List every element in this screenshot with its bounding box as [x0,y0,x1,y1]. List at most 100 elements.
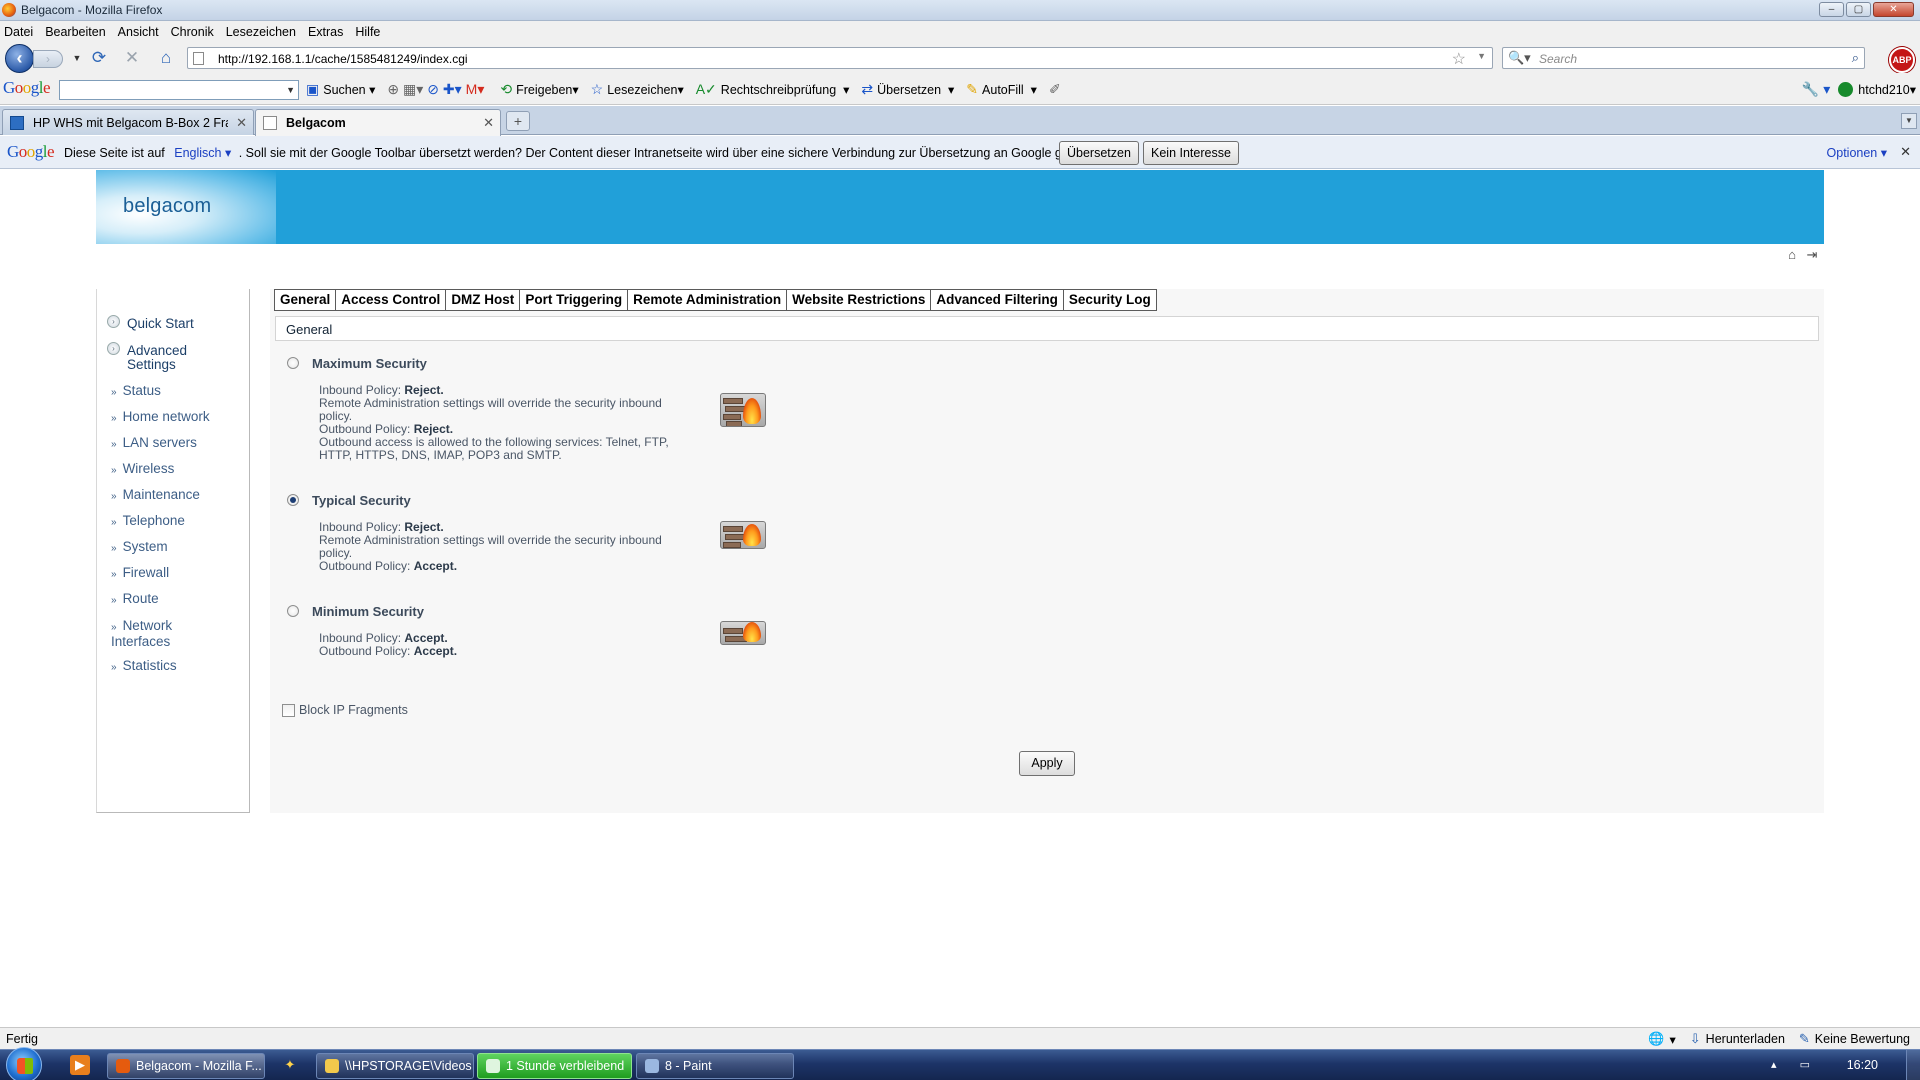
download-button[interactable]: ⇩ Herunterladen [1690,1031,1785,1047]
language-dropdown[interactable]: Englisch ▾ [174,146,231,160]
logout-icon[interactable]: ⇥ [1804,247,1820,263]
close-translate-bar-icon[interactable]: ✕ [1900,144,1911,160]
close-tab-icon[interactable]: ✕ [236,115,247,131]
home-icon[interactable]: ⌂ [1784,247,1800,263]
taskbar-firefox[interactable]: Belgacom - Mozilla F... [107,1053,265,1079]
navigation-bar: ‹ › ▼ ⟳ ✕ ⌂ http://192.168.1.1/cache/158… [0,42,1920,73]
wrench-icon[interactable]: 🔧 ▾ [1802,81,1830,98]
tab-remote-administration[interactable]: Remote Administration [628,290,788,310]
menu-lesezeichen[interactable]: Lesezeichen [226,25,296,39]
close-tab-icon[interactable]: ✕ [483,115,494,131]
toolbar-rechtschreibpruefung[interactable]: A✓ Rechtschreibprüfung ▾ [696,81,850,98]
sidebar-item-firewall[interactable]: » Firewall [111,566,169,582]
maximum-security-radio[interactable] [287,357,299,369]
tab-dmz-host[interactable]: DMZ Host [446,290,521,310]
toolbar-lesezeichen[interactable]: ☆ Lesezeichen ▾ [591,81,684,98]
menu-datei[interactable]: Datei [4,25,33,39]
tab-advanced-filtering[interactable]: Advanced Filtering [931,290,1064,310]
sidebar-advanced-settings[interactable]: › Advanced Settings [107,342,217,372]
outbound-value: Accept. [413,644,458,658]
history-dropdown-icon[interactable]: ▼ [66,47,88,69]
sidebar-item-label: Home network [122,409,210,424]
search-engine-icon[interactable]: 🔍▾ [1508,50,1531,66]
sidebar-item-route[interactable]: » Route [111,592,159,608]
menu-extras[interactable]: Extras [308,25,343,39]
firewall-icon [720,521,766,549]
search-bar[interactable]: 🔍▾ Search ⌕ [1502,47,1865,69]
sidebar-item-telephone[interactable]: » Telephone [111,514,185,530]
sidebar-item-wireless[interactable]: » Wireless [111,462,174,478]
inbound-value: Accept. [404,631,448,645]
forward-button[interactable]: › [33,50,63,68]
double-arrow-icon: » [111,622,117,633]
toolbar-highlighter[interactable]: ✐ [1049,81,1065,98]
chevron-down-icon[interactable]: ▼ [286,85,295,95]
menu-bearbeiten[interactable]: Bearbeiten [45,25,105,39]
url-dropdown-icon[interactable]: ▼ [1477,51,1486,61]
toolbar-uebersetzen[interactable]: ⇄ Übersetzen ▾ [861,81,954,98]
search-go-icon[interactable]: ⌕ [1852,50,1859,66]
tab-port-triggering[interactable]: Port Triggering [520,290,629,310]
minimize-button[interactable]: – [1819,2,1844,17]
taskbar-copy-progress[interactable]: 1 Stunde verbleibend [477,1053,632,1079]
url-bar[interactable]: http://192.168.1.1/cache/1585481249/inde… [187,47,1493,69]
toolbar-icons[interactable]: ⊕ ▦▾ ⊘ ✚▾ M▾ [387,81,488,98]
clock[interactable]: 16:20 [1847,1058,1878,1072]
menu-hilfe[interactable]: Hilfe [355,25,380,39]
utility-icons: ⌂ ⇥ [1784,247,1820,263]
sidebar-item-network-interfaces[interactable]: » Network Interfaces [111,619,201,649]
menu-chronik[interactable]: Chronik [171,25,214,39]
quicklaunch-media-icon[interactable]: ▶ [70,1055,90,1075]
sidebar-item-statistics[interactable]: » Statistics [111,659,177,675]
tab-general[interactable]: General [275,290,337,310]
translate-prefix: Diese Seite ist auf [64,146,165,160]
taskbar-explorer[interactable]: \\HPSTORAGE\Videos [316,1053,474,1079]
new-tab-button[interactable]: + [506,111,530,131]
block-ip-fragments-checkbox[interactable] [282,703,295,717]
tray-icons[interactable]: ▴ ▭ [1771,1058,1820,1071]
google-user[interactable]: htchd210 [1858,83,1909,97]
show-desktop-button[interactable] [1906,1050,1920,1080]
decline-button[interactable]: Kein Interesse [1143,141,1239,165]
sidebar-item-label: Telephone [122,513,185,528]
adblock-icon[interactable]: ABP [1889,47,1915,73]
toolbar-freigeben[interactable]: ⟲ Freigeben ▾ [500,81,578,98]
taskbar: ▶ Belgacom - Mozilla F... ✦ \\HPSTORAGE\… [0,1047,1920,1080]
folder-icon [325,1059,339,1073]
home-icon[interactable]: ⌂ [155,47,177,69]
stop-icon[interactable]: ✕ [121,47,143,69]
tab-website-restrictions[interactable]: Website Restrictions [787,290,932,310]
rating-button[interactable]: ✎ Keine Bewertung [1799,1031,1910,1047]
sidebar-item-lan-servers[interactable]: » LAN servers [111,436,197,452]
quicklaunch-icon[interactable]: ✦ [280,1055,300,1075]
menu-ansicht[interactable]: Ansicht [118,25,159,39]
reload-icon[interactable]: ⟳ [88,47,110,69]
web-of-trust-icon[interactable]: 🌐 ▾ [1648,1031,1675,1047]
apply-button[interactable]: Apply [1019,751,1075,776]
taskbar-paint[interactable]: 8 - Paint [636,1053,794,1079]
sidebar-item-system[interactable]: » System [111,540,168,556]
back-button[interactable]: ‹ [5,44,34,73]
sidebar-quick-start[interactable]: › Quick Start [107,315,194,331]
tab-access-control[interactable]: Access Control [336,290,447,310]
tab-hp-whs[interactable]: HP WHS mit Belgacom B-Box 2 Fra... ✕ [2,109,254,135]
toolbar-autofill[interactable]: ✎ AutoFill ▾ [966,81,1037,98]
translate-button[interactable]: Übersetzen [1059,141,1139,165]
minimum-security-radio[interactable] [287,605,299,617]
maximize-button[interactable]: ▢ [1846,2,1871,17]
tab-belgacom[interactable]: Belgacom ✕ [255,109,501,136]
sidebar-item-home-network[interactable]: » Home network [111,410,210,426]
translate-options[interactable]: Optionen ▾ [1827,145,1887,160]
status-text: Fertig [6,1032,38,1046]
tab-security-log[interactable]: Security Log [1064,290,1156,310]
typical-security-radio[interactable] [287,494,299,506]
sidebar-item-maintenance[interactable]: » Maintenance [111,488,200,504]
bookmark-star-icon[interactable]: ☆ [1452,49,1466,69]
start-button[interactable] [6,1047,42,1080]
google-search-input[interactable]: ▼ [59,80,299,100]
tab-list-button[interactable]: ▼ [1901,113,1917,129]
sidebar-item-status[interactable]: » Status [111,384,161,400]
belgacom-logo[interactable]: belgacom [123,195,211,218]
close-window-button[interactable]: ✕ [1873,2,1914,17]
google-search-button[interactable]: ▣ Suchen ▾ [306,81,375,98]
